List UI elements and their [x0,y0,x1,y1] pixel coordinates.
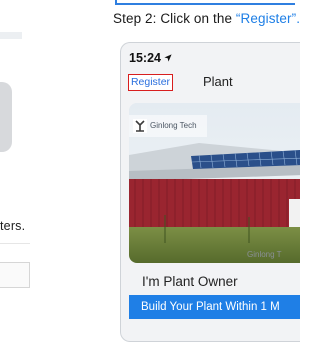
build-plant-button[interactable]: Build Your Plant Within 1 M [129,295,300,319]
step-highlight: Register [240,11,292,26]
nav-title: Plant [203,74,233,89]
step-instruction: Step 2: Click on the “Register”. [113,11,300,26]
step-close-quote: ”. [291,11,301,26]
phone-screen: 15:24 Register Plant Ginlong Tech Ginlon… [120,42,300,342]
left-panel-tile [0,82,12,152]
step-prefix: Step 2: Click on the [113,11,236,26]
top-frame [115,0,295,5]
left-panel-divider [0,243,30,244]
left-panel-bar [0,32,22,39]
left-panel-input[interactable] [0,262,30,288]
brand-logo-icon [133,119,147,133]
banner-image: Ginlong Tech Ginlong T [129,103,300,263]
banner-caption: Ginlong T [247,250,282,259]
status-time: 15:24 [129,51,173,65]
brand-text: Ginlong Tech [150,121,197,130]
register-button[interactable]: Register [128,74,173,91]
brand-tag: Ginlong Tech [129,115,207,137]
owner-heading: I'm Plant Owner [142,274,238,289]
left-panel-text: ters. [0,219,26,233]
location-arrow-icon [164,54,173,62]
